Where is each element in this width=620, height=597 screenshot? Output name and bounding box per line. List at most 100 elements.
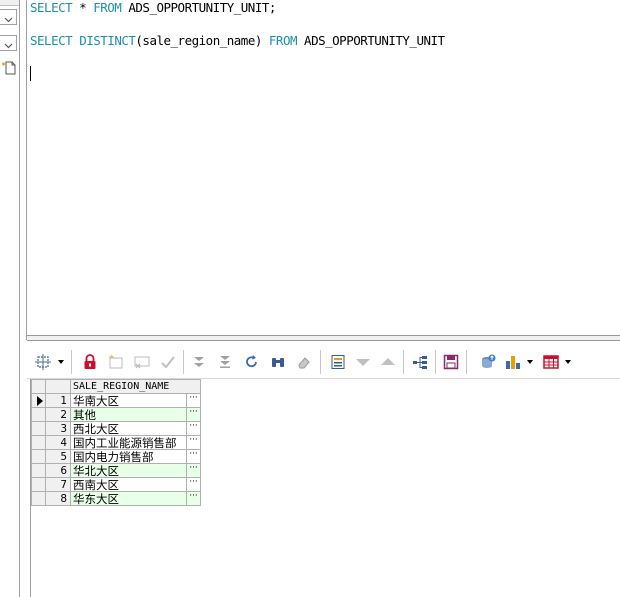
- post-edits-button[interactable]: [159, 353, 177, 371]
- insert-record-icon: [108, 354, 124, 370]
- results-toolbar: [27, 341, 620, 379]
- last-page-button[interactable]: [216, 353, 234, 371]
- triangle-up-icon: [380, 354, 396, 370]
- table-view-button[interactable]: [542, 353, 560, 371]
- cell-sale-region-name[interactable]: 西北大区: [70, 421, 187, 436]
- sql-keyword: SELECT: [30, 33, 73, 48]
- row-indicator: [31, 463, 46, 478]
- delete-record-icon: [134, 354, 150, 370]
- cell-edit-button[interactable]: ···: [186, 421, 201, 436]
- row-number: 4: [45, 435, 71, 450]
- chart-button[interactable]: [504, 353, 522, 371]
- chart-dropdown[interactable]: [527, 360, 533, 364]
- row-number: 1: [45, 393, 71, 408]
- cell-edit-button[interactable]: ···: [186, 449, 201, 464]
- cell-sale-region-name[interactable]: 华南大区: [70, 393, 187, 408]
- sql-keyword: DISTINCT: [79, 33, 136, 48]
- table-row[interactable]: 8 华东大区 ···: [31, 491, 201, 506]
- query-tool-button[interactable]: [34, 353, 52, 371]
- lock-icon: [83, 354, 97, 370]
- code-line-2: SELECT DISTINCT(sale_region_name) FROM A…: [30, 33, 445, 48]
- toolbar-separator: [466, 350, 467, 374]
- cell-sale-region-name[interactable]: 华北大区: [70, 463, 187, 478]
- column-header-sale-region-name[interactable]: SALE_REGION_NAME: [70, 379, 201, 394]
- sql-text: ADS_OPPORTUNITY_UNIT;: [121, 0, 276, 15]
- find-button[interactable]: [269, 353, 287, 371]
- cell-edit-button[interactable]: ···: [186, 463, 201, 478]
- query-tool-dropdown[interactable]: [58, 360, 64, 364]
- toolbar-separator: [71, 350, 72, 374]
- left-panel-header: [0, 0, 19, 6]
- cell-edit-button[interactable]: ···: [186, 407, 201, 422]
- grid-header-row: SALE_REGION_NAME: [31, 379, 201, 394]
- sql-text: (sale_region_name): [135, 33, 269, 48]
- cell-edit-button[interactable]: ···: [186, 393, 201, 408]
- indicator-header: [31, 379, 46, 394]
- cell-edit-button[interactable]: ···: [186, 477, 201, 492]
- export-button[interactable]: [479, 353, 497, 371]
- table-row[interactable]: 2 其他 ···: [31, 407, 201, 422]
- bar-chart-icon: [505, 354, 521, 370]
- binoculars-icon: [270, 354, 286, 370]
- next-page-button[interactable]: [190, 353, 208, 371]
- sql-keyword: FROM: [93, 0, 122, 15]
- row-number: 2: [45, 407, 71, 422]
- row-indicator: [31, 393, 46, 408]
- row-indicator: [31, 407, 46, 422]
- toolbar-separator: [320, 350, 321, 374]
- code-line-1: SELECT * FROM ADS_OPPORTUNITY_UNIT;: [30, 0, 276, 15]
- toolbar-separator: [403, 350, 404, 374]
- save-button[interactable]: [442, 353, 460, 371]
- delete-record-button[interactable]: [133, 353, 151, 371]
- row-number: 6: [45, 463, 71, 478]
- table-row[interactable]: 3 西北大区 ···: [31, 421, 201, 436]
- cell-sale-region-name[interactable]: 其他: [70, 407, 187, 422]
- row-indicator: [31, 449, 46, 464]
- chevron-down-icon: [4, 34, 13, 53]
- clear-button[interactable]: [295, 353, 313, 371]
- cell-sale-region-name[interactable]: 华东大区: [70, 491, 187, 506]
- cell-edit-button[interactable]: ···: [186, 435, 201, 450]
- row-indicator: [31, 421, 46, 436]
- eraser-icon: [296, 354, 312, 370]
- row-indicator: [31, 435, 46, 450]
- single-record-view-button[interactable]: [329, 353, 347, 371]
- left-side-panel: [0, 0, 20, 597]
- row-indicator: [31, 477, 46, 492]
- table-icon: [543, 354, 559, 370]
- row-number-header: [45, 379, 71, 394]
- move-up-button[interactable]: [379, 353, 397, 371]
- table-row[interactable]: 6 华北大区 ···: [31, 463, 201, 478]
- refresh-button[interactable]: [243, 353, 261, 371]
- row-number: 7: [45, 477, 71, 492]
- cell-sale-region-name[interactable]: 国内电力销售部: [70, 449, 187, 464]
- sql-keyword: FROM: [268, 33, 298, 48]
- current-row-pointer-icon: [37, 395, 43, 406]
- double-chevron-down-icon: [192, 354, 206, 370]
- row-number: 8: [45, 491, 71, 506]
- move-down-button[interactable]: [354, 353, 372, 371]
- table-row[interactable]: 4 国内工业能源销售部 ···: [31, 435, 201, 450]
- text-caret: [30, 66, 31, 81]
- lock-button[interactable]: [81, 353, 99, 371]
- cell-edit-button[interactable]: ···: [186, 491, 201, 506]
- table-view-dropdown[interactable]: [565, 360, 571, 364]
- sql-editor[interactable]: SELECT * FROM ADS_OPPORTUNITY_UNIT; SELE…: [27, 0, 620, 335]
- form-view-icon: [330, 354, 346, 370]
- row-number: 5: [45, 449, 71, 464]
- table-row[interactable]: 7 西南大区 ···: [31, 477, 201, 492]
- cell-sale-region-name[interactable]: 国内工业能源销售部: [70, 435, 187, 450]
- row-indicator: [31, 491, 46, 506]
- left-dropdown-2[interactable]: [0, 35, 17, 51]
- table-row[interactable]: 5 国内电力销售部 ···: [31, 449, 201, 464]
- cell-sale-region-name[interactable]: 西南大区: [70, 477, 187, 492]
- toolbar-separator: [183, 350, 184, 374]
- tree-icon: [412, 354, 428, 370]
- new-document-icon[interactable]: [1, 59, 17, 75]
- sql-text: *: [72, 0, 94, 15]
- export-icon: [480, 354, 496, 370]
- query-plan-button[interactable]: [411, 353, 429, 371]
- table-row[interactable]: 1 华南大区 ···: [31, 393, 201, 408]
- insert-record-button[interactable]: [107, 353, 125, 371]
- left-dropdown-1[interactable]: [0, 9, 17, 25]
